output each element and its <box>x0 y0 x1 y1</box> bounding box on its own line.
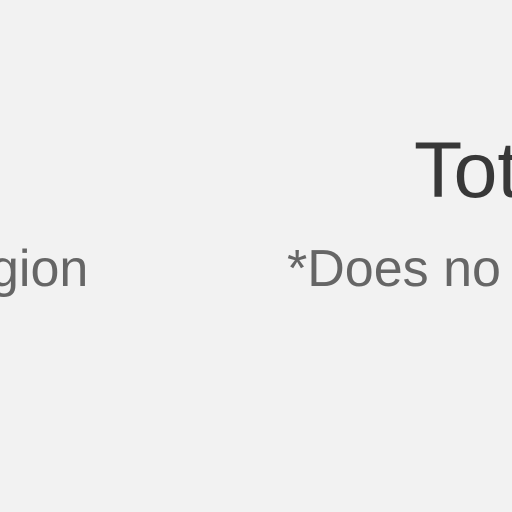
region-label-fragment: gion <box>0 240 89 298</box>
heading-text-fragment: Tot <box>414 125 512 214</box>
footnote-text-fragment: *Does no <box>287 240 501 298</box>
